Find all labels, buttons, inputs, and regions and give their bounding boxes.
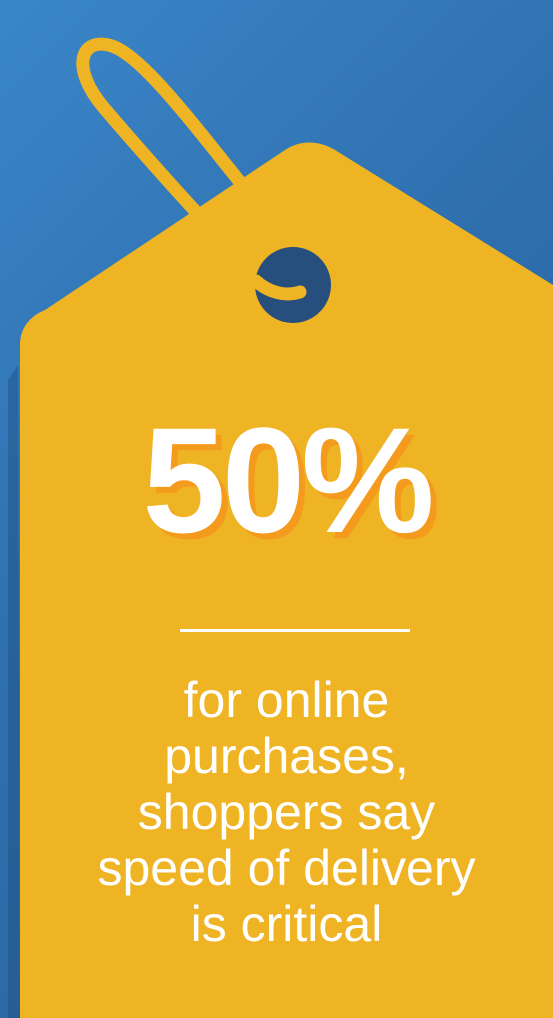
tag-shadow bbox=[8, 365, 20, 1018]
caption: for online purchases, shoppers say speed… bbox=[20, 672, 553, 952]
caption-line: purchases, bbox=[164, 728, 409, 784]
stat-percentage: 50% bbox=[142, 396, 434, 564]
divider-line bbox=[180, 629, 410, 632]
caption-line: speed of delivery bbox=[97, 840, 476, 896]
caption-line: for online bbox=[183, 672, 390, 728]
caption-line: shoppers say bbox=[137, 784, 436, 840]
caption-line: is critical bbox=[190, 896, 383, 952]
